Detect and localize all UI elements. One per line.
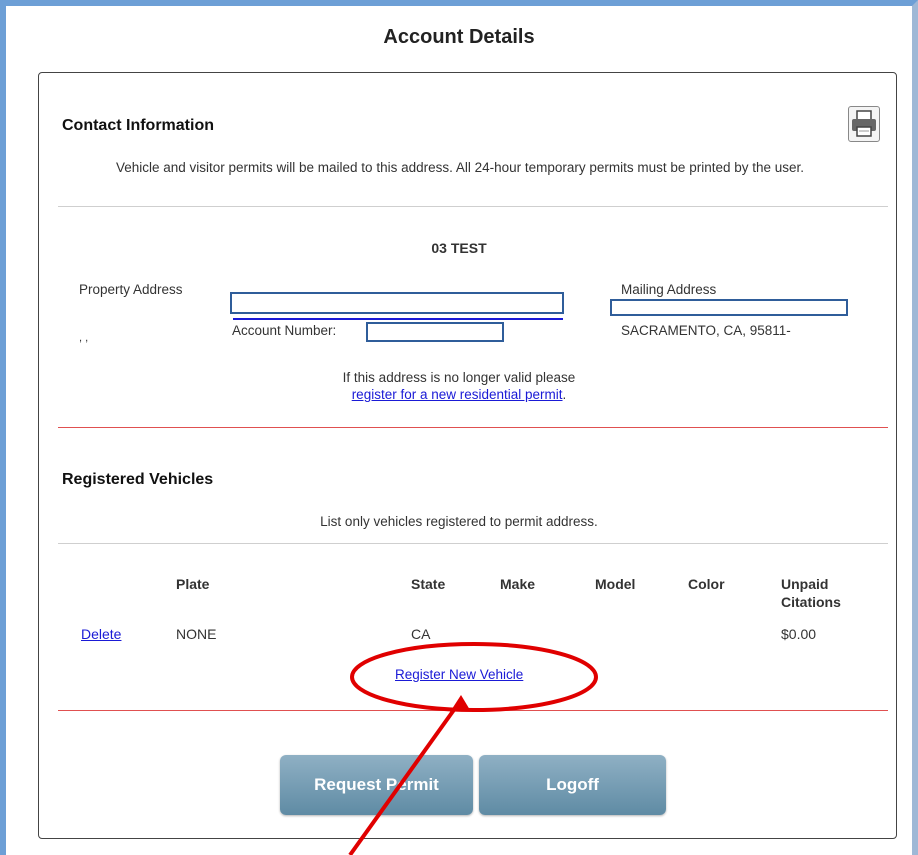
annotation-overlay [348,642,598,855]
annotation-arrow-line [348,698,463,855]
annotation-arrow-head [450,695,470,712]
annotation-ellipse [350,642,598,712]
